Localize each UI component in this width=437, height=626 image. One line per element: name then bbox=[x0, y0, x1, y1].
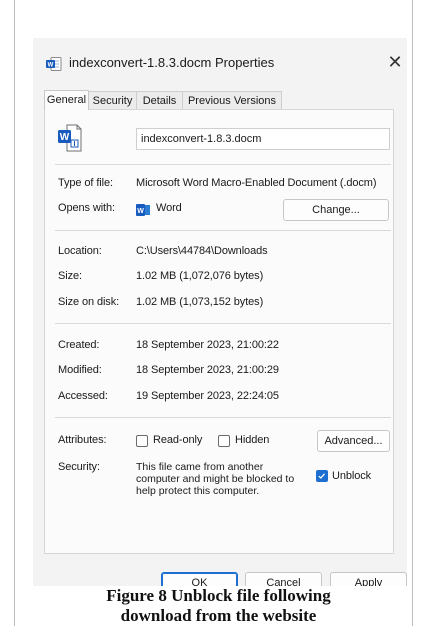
figure-caption-line1: Figure 8 Unblock file following bbox=[106, 586, 331, 605]
apply-button[interactable]: Apply bbox=[330, 572, 407, 586]
ok-button[interactable]: OK bbox=[161, 572, 238, 586]
modified-label: Modified: bbox=[58, 364, 102, 376]
svg-text:W: W bbox=[60, 132, 70, 143]
size-value: 1.02 MB (1,072,076 bytes) bbox=[136, 270, 264, 282]
separator bbox=[55, 164, 391, 165]
separator bbox=[55, 417, 391, 418]
tab-security[interactable]: Security bbox=[88, 91, 137, 109]
svg-text:W: W bbox=[137, 208, 144, 215]
word-document-icon: W bbox=[58, 124, 82, 152]
word-file-icon: W bbox=[46, 57, 62, 71]
created-value: 18 September 2023, 21:00:22 bbox=[136, 339, 279, 351]
type-label: Type of file: bbox=[58, 177, 113, 189]
close-button[interactable]: ✕ bbox=[385, 50, 405, 74]
separator bbox=[55, 323, 391, 324]
figure-caption-line2: download from the website bbox=[120, 606, 317, 625]
window-title: indexconvert-1.8.3.docm Properties bbox=[69, 55, 275, 70]
opens-with-value: Word bbox=[156, 202, 182, 214]
unblock-checkbox[interactable] bbox=[316, 470, 328, 482]
title-bar: W indexconvert-1.8.3.docm Properties ✕ bbox=[33, 38, 407, 86]
attributes-label: Attributes: bbox=[58, 434, 107, 446]
accessed-value: 19 September 2023, 22:24:05 bbox=[136, 390, 279, 402]
general-panel: W indexconvert-1.8.3.docm Type of file: … bbox=[44, 109, 394, 554]
modified-value: 18 September 2023, 21:00:29 bbox=[136, 364, 279, 376]
security-message-line: help protect this computer. bbox=[136, 485, 260, 497]
separator bbox=[55, 230, 391, 231]
accessed-label: Accessed: bbox=[58, 390, 108, 402]
properties-dialog: W indexconvert-1.8.3.docm Properties ✕ G… bbox=[33, 38, 407, 586]
created-label: Created: bbox=[58, 339, 100, 351]
readonly-label: Read-only bbox=[153, 434, 203, 446]
file-name-field[interactable]: indexconvert-1.8.3.docm bbox=[136, 128, 390, 150]
opens-with-label: Opens with: bbox=[58, 202, 115, 214]
tab-previous-versions[interactable]: Previous Versions bbox=[182, 91, 282, 109]
cancel-button[interactable]: Cancel bbox=[245, 572, 322, 586]
size-on-disk-value: 1.02 MB (1,073,152 bytes) bbox=[136, 296, 264, 308]
location-label: Location: bbox=[58, 245, 102, 257]
security-label: Security: bbox=[58, 461, 100, 473]
readonly-checkbox[interactable] bbox=[136, 435, 148, 447]
advanced-button[interactable]: Advanced... bbox=[317, 430, 390, 452]
tab-details[interactable]: Details bbox=[136, 91, 183, 109]
unblock-label: Unblock bbox=[332, 470, 372, 482]
hidden-label: Hidden bbox=[235, 434, 270, 446]
location-value: C:\Users\44784\Downloads bbox=[136, 245, 268, 257]
change-button[interactable]: Change... bbox=[283, 199, 389, 221]
size-on-disk-label: Size on disk: bbox=[58, 296, 120, 308]
svg-text:W: W bbox=[48, 63, 54, 69]
tab-general[interactable]: General bbox=[44, 90, 89, 110]
hidden-checkbox[interactable] bbox=[218, 435, 230, 447]
checkmark-icon bbox=[318, 473, 325, 479]
security-message: This file came from another computer and… bbox=[136, 461, 294, 497]
security-message-line: This file came from another bbox=[136, 461, 264, 473]
security-message-line: computer and might be blocked to bbox=[136, 473, 295, 485]
type-value: Microsoft Word Macro-Enabled Document (.… bbox=[136, 177, 377, 189]
size-label: Size: bbox=[58, 270, 82, 282]
word-app-icon: W bbox=[136, 204, 150, 216]
